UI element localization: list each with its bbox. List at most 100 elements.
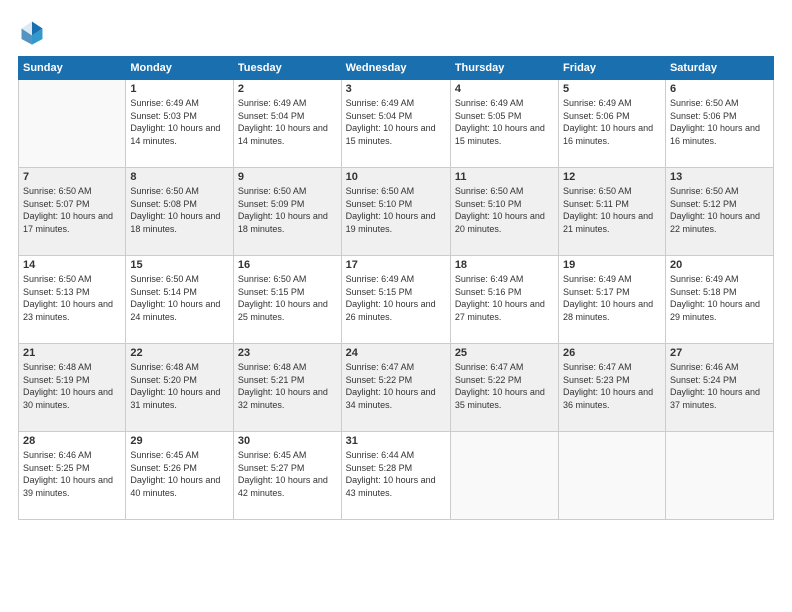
calendar-header-wednesday: Wednesday [341,57,450,80]
calendar-cell: 30Sunrise: 6:45 AMSunset: 5:27 PMDayligh… [233,432,341,520]
day-number: 4 [455,83,554,95]
day-number: 17 [346,259,446,271]
day-detail: Sunrise: 6:49 AMSunset: 5:18 PMDaylight:… [670,273,769,323]
day-number: 15 [130,259,229,271]
day-number: 29 [130,435,229,447]
day-detail: Sunrise: 6:49 AMSunset: 5:17 PMDaylight:… [563,273,661,323]
day-detail: Sunrise: 6:49 AMSunset: 5:04 PMDaylight:… [346,97,446,147]
day-detail: Sunrise: 6:45 AMSunset: 5:27 PMDaylight:… [238,449,337,499]
day-detail: Sunrise: 6:49 AMSunset: 5:15 PMDaylight:… [346,273,446,323]
day-number: 31 [346,435,446,447]
day-detail: Sunrise: 6:50 AMSunset: 5:15 PMDaylight:… [238,273,337,323]
day-detail: Sunrise: 6:47 AMSunset: 5:23 PMDaylight:… [563,361,661,411]
calendar-header-row: SundayMondayTuesdayWednesdayThursdayFrid… [19,57,774,80]
day-detail: Sunrise: 6:50 AMSunset: 5:14 PMDaylight:… [130,273,229,323]
day-number: 28 [23,435,121,447]
day-number: 12 [563,171,661,183]
calendar-cell: 10 Sunrise: 6:50 AMSunset: 5:10 PMDayligh… [341,168,450,256]
calendar-cell: 19 Sunrise: 6:49 AMSunset: 5:17 PMDayligh… [559,256,666,344]
day-detail: Sunrise: 6:50 AMSunset: 5:12 PMDaylight:… [670,185,769,235]
calendar-cell: 13 Sunrise: 6:50 AMSunset: 5:12 PMDayligh… [665,168,773,256]
calendar-cell: 17 Sunrise: 6:49 AMSunset: 5:15 PMDayligh… [341,256,450,344]
calendar-header-friday: Friday [559,57,666,80]
day-number: 13 [670,171,769,183]
day-detail: Sunrise: 6:49 AMSunset: 5:16 PMDaylight:… [455,273,554,323]
day-detail: Sunrise: 6:49 AMSunset: 5:04 PMDaylight:… [238,97,337,147]
day-number: 3 [346,83,446,95]
calendar-week-row: 1 Sunrise: 6:49 AMSunset: 5:03 PMDaylight… [19,80,774,168]
day-detail: Sunrise: 6:46 AMSunset: 5:25 PMDaylight:… [23,449,121,499]
day-detail: Sunrise: 6:50 AMSunset: 5:13 PMDaylight:… [23,273,121,323]
day-detail: Sunrise: 6:48 AMSunset: 5:21 PMDaylight:… [238,361,337,411]
day-number: 6 [670,83,769,95]
day-number: 2 [238,83,337,95]
calendar-cell [559,432,666,520]
calendar-cell [450,432,558,520]
calendar-header-sunday: Sunday [19,57,126,80]
day-number: 25 [455,347,554,359]
day-detail: Sunrise: 6:49 AMSunset: 5:06 PMDaylight:… [563,97,661,147]
calendar-cell: 4 Sunrise: 6:49 AMSunset: 5:05 PMDaylight… [450,80,558,168]
day-detail: Sunrise: 6:50 AMSunset: 5:08 PMDaylight:… [130,185,229,235]
day-number: 18 [455,259,554,271]
calendar-cell: 2 Sunrise: 6:49 AMSunset: 5:04 PMDaylight… [233,80,341,168]
day-detail: Sunrise: 6:48 AMSunset: 5:20 PMDaylight:… [130,361,229,411]
day-number: 8 [130,171,229,183]
day-number: 24 [346,347,446,359]
calendar-cell: 15 Sunrise: 6:50 AMSunset: 5:14 PMDayligh… [126,256,234,344]
calendar-cell: 21 Sunrise: 6:48 AMSunset: 5:19 PMDayligh… [19,344,126,432]
calendar-cell [665,432,773,520]
calendar-cell [19,80,126,168]
logo-icon [18,18,46,46]
day-detail: Sunrise: 6:50 AMSunset: 5:07 PMDaylight:… [23,185,121,235]
calendar-header-thursday: Thursday [450,57,558,80]
calendar-cell: 12 Sunrise: 6:50 AMSunset: 5:11 PMDayligh… [559,168,666,256]
calendar-cell: 7 Sunrise: 6:50 AMSunset: 5:07 PMDaylight… [19,168,126,256]
day-detail: Sunrise: 6:50 AMSunset: 5:10 PMDaylight:… [455,185,554,235]
day-detail: Sunrise: 6:49 AMSunset: 5:03 PMDaylight:… [130,97,229,147]
calendar-header-saturday: Saturday [665,57,773,80]
day-detail: Sunrise: 6:47 AMSunset: 5:22 PMDaylight:… [455,361,554,411]
day-number: 16 [238,259,337,271]
day-number: 27 [670,347,769,359]
calendar-cell: 22Sunrise: 6:48 AMSunset: 5:20 PMDayligh… [126,344,234,432]
day-detail: Sunrise: 6:46 AMSunset: 5:24 PMDaylight:… [670,361,769,411]
calendar-cell: 31 Sunrise: 6:44 AMSunset: 5:28 PMDayligh… [341,432,450,520]
day-detail: Sunrise: 6:50 AMSunset: 5:10 PMDaylight:… [346,185,446,235]
day-detail: Sunrise: 6:44 AMSunset: 5:28 PMDaylight:… [346,449,446,499]
calendar-week-row: 14 Sunrise: 6:50 AMSunset: 5:13 PMDayligh… [19,256,774,344]
day-number: 5 [563,83,661,95]
day-number: 1 [130,83,229,95]
day-detail: Sunrise: 6:48 AMSunset: 5:19 PMDaylight:… [23,361,121,411]
calendar-header-monday: Monday [126,57,234,80]
day-detail: Sunrise: 6:47 AMSunset: 5:22 PMDaylight:… [346,361,446,411]
day-detail: Sunrise: 6:50 AMSunset: 5:09 PMDaylight:… [238,185,337,235]
day-detail: Sunrise: 6:49 AMSunset: 5:05 PMDaylight:… [455,97,554,147]
day-detail: Sunrise: 6:50 AMSunset: 5:06 PMDaylight:… [670,97,769,147]
header [18,18,774,46]
day-detail: Sunrise: 6:45 AMSunset: 5:26 PMDaylight:… [130,449,229,499]
page: SundayMondayTuesdayWednesdayThursdayFrid… [0,0,792,612]
calendar-cell: 5 Sunrise: 6:49 AMSunset: 5:06 PMDaylight… [559,80,666,168]
day-number: 20 [670,259,769,271]
day-number: 10 [346,171,446,183]
calendar-cell: 6 Sunrise: 6:50 AMSunset: 5:06 PMDaylight… [665,80,773,168]
day-detail: Sunrise: 6:50 AMSunset: 5:11 PMDaylight:… [563,185,661,235]
calendar-cell: 28 Sunrise: 6:46 AMSunset: 5:25 PMDayligh… [19,432,126,520]
calendar-cell: 27 Sunrise: 6:46 AMSunset: 5:24 PMDayligh… [665,344,773,432]
day-number: 23 [238,347,337,359]
logo [18,18,50,46]
calendar-cell: 29 Sunrise: 6:45 AMSunset: 5:26 PMDayligh… [126,432,234,520]
calendar-cell: 1 Sunrise: 6:49 AMSunset: 5:03 PMDaylight… [126,80,234,168]
day-number: 7 [23,171,121,183]
calendar-cell: 16 Sunrise: 6:50 AMSunset: 5:15 PMDayligh… [233,256,341,344]
calendar-table: SundayMondayTuesdayWednesdayThursdayFrid… [18,56,774,520]
day-number: 19 [563,259,661,271]
day-number: 21 [23,347,121,359]
calendar-cell: 24 Sunrise: 6:47 AMSunset: 5:22 PMDayligh… [341,344,450,432]
calendar-cell: 9Sunrise: 6:50 AMSunset: 5:09 PMDaylight… [233,168,341,256]
day-number: 11 [455,171,554,183]
calendar-week-row: 28 Sunrise: 6:46 AMSunset: 5:25 PMDayligh… [19,432,774,520]
calendar-week-row: 7 Sunrise: 6:50 AMSunset: 5:07 PMDaylight… [19,168,774,256]
day-number: 14 [23,259,121,271]
